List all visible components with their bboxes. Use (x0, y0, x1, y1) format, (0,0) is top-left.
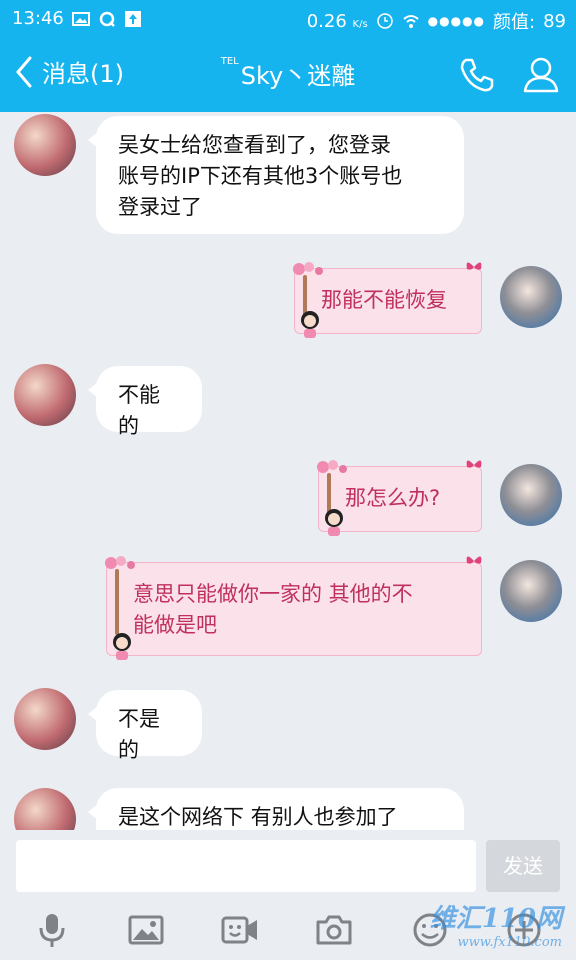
cartoon-girl-icon (113, 633, 131, 660)
gallery-notification-icon (71, 11, 90, 26)
carrier-label: 颜值: (493, 12, 536, 33)
message-bubble-received[interactable]: 是这个网络下 有别人也参加了 (88, 788, 464, 830)
flower-decoration-icon (105, 556, 135, 569)
message-line: 那怎么办? (345, 486, 441, 510)
message-line: 是这个网络下 有别人也参加了 (118, 805, 398, 829)
contact-avatar[interactable] (14, 114, 76, 176)
send-button[interactable]: 发送 (486, 840, 560, 892)
network-speed: 0.26 K/s (306, 10, 368, 32)
input-bar: 发送 维汇110网 www.fx110.com (0, 830, 576, 960)
watermark: 维汇110网 www.fx110.com (430, 898, 562, 950)
message-bubble-received[interactable]: 吴女士给您查看到了，您登录 账号的IP下还有其他3个账号也 登录过了 (88, 116, 464, 234)
signal-dots: ●●●●● (427, 14, 486, 28)
message-bubble-received[interactable]: 不是的 (88, 690, 202, 762)
my-avatar[interactable] (500, 266, 562, 328)
contact-avatar[interactable] (14, 788, 76, 830)
message-line: 登录过了 (118, 195, 202, 219)
my-avatar[interactable] (500, 560, 562, 622)
message-bubble-sent[interactable]: 那能不能恢复 (293, 262, 482, 338)
clock-icon (376, 13, 393, 29)
message-input[interactable] (16, 840, 476, 892)
status-bar: 13:46 0.26 K/s ●●●●● 颜值: 89 (0, 0, 576, 36)
message-list[interactable]: 吴女士给您查看到了，您登录 账号的IP下还有其他3个账号也 登录过了 那能不能恢… (0, 112, 576, 830)
mic-icon[interactable] (32, 910, 72, 950)
message-line: 能做是吧 (133, 613, 217, 637)
battery-level: 89 (543, 10, 566, 32)
camera-icon[interactable] (314, 910, 354, 950)
cartoon-girl-icon (325, 509, 343, 536)
butterfly-icon (466, 460, 482, 468)
phone-icon[interactable] (456, 54, 498, 96)
message-line: 意思只能做你一家的 其他的不 (133, 582, 413, 606)
status-time: 13:46 (12, 8, 64, 29)
watermark-brand: 维汇110网 (429, 904, 562, 934)
q-notification-icon (99, 11, 115, 27)
butterfly-icon (466, 262, 482, 270)
contact-avatar[interactable] (14, 688, 76, 750)
message-line: 不能的 (118, 383, 160, 438)
message-line: 吴女士给您查看到了，您登录 (118, 133, 391, 157)
message-line: 不是的 (118, 707, 160, 762)
image-icon[interactable] (126, 910, 166, 950)
video-call-icon[interactable] (220, 910, 260, 950)
butterfly-icon (466, 556, 482, 564)
flower-decoration-icon (293, 262, 323, 275)
profile-icon[interactable] (520, 54, 562, 96)
message-bubble-received[interactable]: 不能的 (88, 366, 202, 438)
contact-name: Sky丶迷離 (240, 62, 356, 90)
upload-notification-icon (124, 10, 141, 27)
cartoon-girl-icon (301, 311, 319, 338)
message-bubble-sent[interactable]: 意思只能做你一家的 其他的不 能做是吧 (105, 556, 482, 660)
message-line: 账号的IP下还有其他3个账号也 (118, 164, 403, 188)
watermark-url: www.fx110.com (457, 935, 563, 950)
message-line: 那能不能恢复 (321, 288, 447, 312)
chat-header: 消息(1) TELSky丶迷離 (0, 36, 576, 112)
message-bubble-sent[interactable]: 那怎么办? (317, 460, 482, 536)
wifi-icon (403, 15, 419, 28)
contact-avatar[interactable] (14, 364, 76, 426)
decoration-pole (115, 569, 119, 635)
my-avatar[interactable] (500, 464, 562, 526)
flower-decoration-icon (317, 460, 347, 473)
tel-tag: TEL (220, 56, 239, 67)
